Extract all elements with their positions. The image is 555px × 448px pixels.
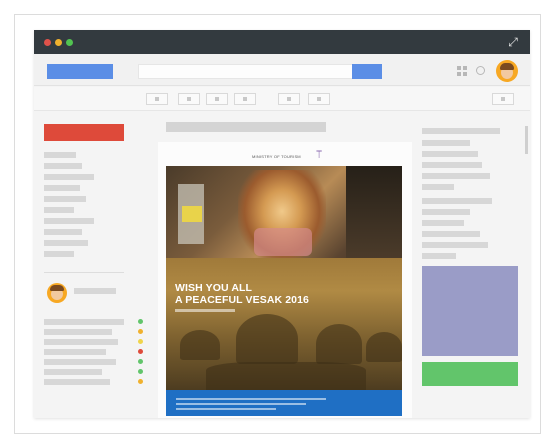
- sidebar-divider: [44, 272, 124, 273]
- apps-grid-icon[interactable]: [457, 66, 467, 76]
- temple-photo: [166, 258, 402, 390]
- nav-item[interactable]: [44, 229, 82, 235]
- contact-item[interactable]: [44, 319, 124, 325]
- side-text-line: [422, 151, 478, 157]
- browser-window: ⤢ MINISTRY OF TOURISM ⟙ WISH YOU ALL A P…: [34, 30, 530, 418]
- archive-button[interactable]: [178, 93, 200, 105]
- festival-photo: [166, 166, 402, 262]
- app-logo[interactable]: [47, 64, 113, 79]
- side-text-line: [422, 242, 488, 248]
- stupa-shape: [236, 314, 298, 364]
- photo-detail: [346, 166, 402, 258]
- notification-icon[interactable]: [476, 66, 485, 75]
- nav-item[interactable]: [44, 207, 74, 213]
- nav-item[interactable]: [44, 251, 74, 257]
- nav-item[interactable]: [44, 152, 76, 158]
- avatar-hair: [50, 285, 64, 291]
- status-dot: [138, 359, 143, 364]
- nav-item[interactable]: [44, 174, 94, 180]
- email-subject: [166, 122, 326, 132]
- close-window-dot[interactable]: [44, 39, 51, 46]
- email-banner[interactable]: WISH YOU ALL A PEACEFUL VESAK 2016: [166, 166, 402, 416]
- banner-subtext: [175, 309, 235, 312]
- status-dot: [138, 319, 143, 324]
- side-text-line: [422, 184, 454, 190]
- contact-item[interactable]: [44, 349, 106, 355]
- email-brand: MINISTRY OF TOURISM ⟙: [252, 150, 324, 164]
- compose-button[interactable]: [44, 124, 124, 141]
- avatar-hair: [500, 63, 514, 70]
- stupa-shape: [366, 332, 402, 362]
- headline-line-1: WISH YOU ALL: [175, 282, 253, 294]
- side-text-line: [422, 173, 490, 179]
- contact-item[interactable]: [44, 329, 112, 335]
- spam-button[interactable]: [206, 93, 228, 105]
- nav-item[interactable]: [44, 240, 88, 246]
- nav-item[interactable]: [44, 196, 86, 202]
- contact-avatar[interactable]: [47, 283, 67, 303]
- search-button[interactable]: [352, 64, 382, 79]
- footer-text-line: [176, 403, 306, 405]
- ad-banner[interactable]: [422, 266, 518, 356]
- side-text-line: [422, 220, 464, 226]
- side-text-line: [422, 209, 470, 215]
- side-text-line: [422, 231, 480, 237]
- stupa-shape: [180, 330, 220, 360]
- banner-footer: [166, 390, 402, 416]
- delete-button[interactable]: [234, 93, 256, 105]
- photo-detail: [182, 206, 202, 222]
- status-dot: [138, 339, 143, 344]
- photo-detail: [254, 228, 312, 256]
- headline-line-2: A PEACEFUL VESAK 2016: [175, 294, 309, 306]
- brand-text: MINISTRY OF TOURISM: [252, 154, 301, 159]
- contact-item[interactable]: [44, 359, 116, 365]
- side-text-line: [422, 253, 456, 259]
- nav-item[interactable]: [44, 163, 82, 169]
- side-text-line: [422, 128, 500, 134]
- back-button[interactable]: [146, 93, 168, 105]
- status-dot: [138, 329, 143, 334]
- app-header: [34, 54, 530, 86]
- status-dot: [138, 379, 143, 384]
- contact-item[interactable]: [44, 369, 102, 375]
- footer-text-line: [176, 408, 276, 410]
- contact-item[interactable]: [44, 379, 110, 385]
- status-dot: [138, 349, 143, 354]
- user-avatar[interactable]: [496, 60, 518, 82]
- message-toolbar: [34, 87, 530, 111]
- side-text-line: [422, 162, 482, 168]
- settings-button[interactable]: [492, 93, 514, 105]
- footer-text-line: [176, 398, 326, 400]
- contact-item[interactable]: [44, 339, 118, 345]
- title-bar: ⤢: [34, 30, 530, 54]
- contact-name: [74, 288, 116, 294]
- labels-button[interactable]: [308, 93, 330, 105]
- nav-item[interactable]: [44, 185, 80, 191]
- brand-logo-icon: ⟙: [316, 150, 322, 161]
- expand-icon[interactable]: ⤢: [506, 35, 520, 49]
- stupa-shape: [206, 362, 366, 390]
- scrollbar[interactable]: [525, 126, 528, 154]
- nav-item[interactable]: [44, 218, 94, 224]
- move-button[interactable]: [278, 93, 300, 105]
- side-text-line: [422, 140, 470, 146]
- side-text-line: [422, 198, 492, 204]
- minimize-window-dot[interactable]: [55, 39, 62, 46]
- zoom-window-dot[interactable]: [66, 39, 73, 46]
- status-dot: [138, 369, 143, 374]
- stupa-shape: [316, 324, 362, 364]
- search-input[interactable]: [138, 64, 382, 79]
- ad-button[interactable]: [422, 362, 518, 386]
- banner-headline: WISH YOU ALL A PEACEFUL VESAK 2016: [175, 282, 375, 306]
